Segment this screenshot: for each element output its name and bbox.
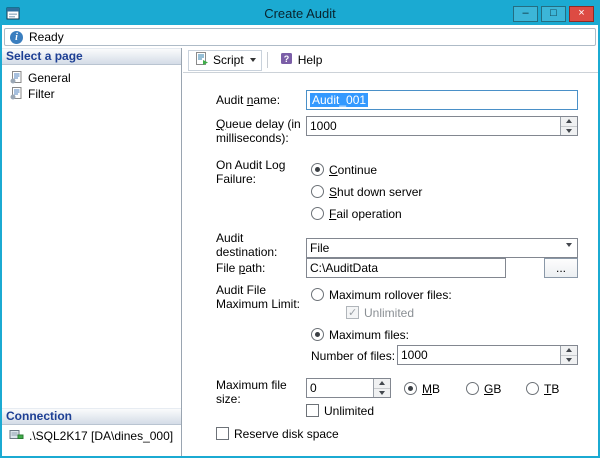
spinner-buttons [560,117,577,135]
checkbox-unlimited[interactable]: Unlimited [306,403,374,418]
radio-label: Maximum files: [329,328,409,342]
queue-delay-label: Queue delay (in milliseconds): [216,117,304,145]
checkbox-icon [216,427,229,440]
help-icon: ? [279,51,294,69]
sidebar-item-label: Filter [28,87,55,101]
radio-icon [311,207,324,220]
radio-gb[interactable]: GB [466,381,501,396]
info-icon: i [10,31,23,44]
radio-label: Shut down server [329,185,422,199]
maximize-button[interactable]: □ [541,6,566,22]
app-icon [6,6,21,21]
status-strip: i Ready [4,28,596,46]
checkbox-icon [306,404,319,417]
help-button-label: Help [298,53,323,67]
queue-delay-value: 1000 [310,119,337,133]
checkbox-label: Unlimited [364,306,414,320]
audit-name-label: Audit name: [216,93,304,107]
dropdown-arrow-icon [566,247,572,258]
sidebar-item-filter[interactable]: Filter [2,86,55,102]
queue-delay-input[interactable]: 1000 [306,116,578,136]
toolbar-separator [267,52,268,68]
radio-icon [311,328,324,341]
connection-header: Connection [2,408,181,425]
titlebar[interactable]: Create Audit – □ × [2,2,598,25]
radio-continue[interactable]: Continue [311,162,377,177]
script-button-label: Script [213,53,244,67]
radio-icon [311,288,324,301]
radio-label: Fail operation [329,207,402,221]
radio-label: TB [544,382,559,396]
script-button[interactable]: Script [188,50,262,71]
audit-name-input[interactable]: Audit_001 [306,90,578,110]
checkbox-icon [346,306,359,319]
spinner-buttons [560,346,577,364]
checkbox-rollover-unlimited: Unlimited [346,305,414,320]
window-title: Create Audit [2,6,598,21]
spin-up-button[interactable] [561,346,577,356]
file-path-value: C:\AuditData [310,261,378,275]
audit-destination-value: File [310,241,329,255]
status-text: Ready [29,30,64,44]
radio-maximum-files[interactable]: Maximum files: [311,327,409,342]
radio-mb[interactable]: MB [404,381,440,396]
main-panel: Script ? Help Audit name: Audit_001 [183,48,598,456]
max-file-size-label: Maximum file size: [216,378,301,406]
page-icon [9,70,23,87]
sidebar-item-label: General [28,71,71,85]
radio-fail-operation[interactable]: Fail operation [311,206,402,221]
radio-label: Maximum rollover files: [329,288,452,302]
script-icon [194,51,209,69]
radio-icon [466,382,479,395]
max-limit-label: Audit File Maximum Limit: [216,283,301,311]
max-file-size-value: 0 [310,381,317,395]
toolbar: Script ? Help [183,48,598,73]
radio-label: Continue [329,163,377,177]
svg-text:?: ? [283,54,289,64]
spin-down-button[interactable] [374,389,390,398]
number-of-files-value: 1000 [401,348,428,362]
file-path-label: File path: [216,261,304,275]
chevron-down-icon [250,58,256,62]
spin-up-button[interactable] [374,379,390,389]
minimize-button[interactable]: – [513,6,538,22]
radio-maximum-rollover-files[interactable]: Maximum rollover files: [311,287,452,302]
radio-icon [404,382,417,395]
audit-name-value: Audit_001 [310,93,368,107]
radio-shut-down-server[interactable]: Shut down server [311,184,422,199]
checkbox-reserve-disk-space[interactable]: Reserve disk space [216,426,339,441]
spin-down-button[interactable] [561,127,577,136]
create-audit-dialog: Create Audit – □ × i Ready Select a page [0,0,600,458]
help-button[interactable]: ? Help [273,50,329,71]
window-controls: – □ × [513,6,594,22]
connection-item[interactable]: .\SQL2K17 [DA\dines_000] [2,428,173,444]
form-area: Audit name: Audit_001 Queue delay (in mi… [183,73,598,456]
radio-tb[interactable]: TB [526,381,559,396]
radio-label: MB [422,382,440,396]
sidebar-item-general[interactable]: General [2,70,71,86]
connection-label: .\SQL2K17 [DA\dines_000] [29,429,173,443]
radio-icon [311,163,324,176]
on-failure-label: On Audit Log Failure: [216,158,296,186]
page-icon [9,86,23,103]
browse-button[interactable]: ... [544,258,578,278]
number-of-files-label: Number of files: [311,349,395,363]
server-icon [9,428,24,445]
radio-icon [526,382,539,395]
spin-down-button[interactable] [561,356,577,365]
audit-destination-label: Audit destination: [216,231,296,259]
sidebar: Select a page General [2,48,182,456]
select-page-header: Select a page [2,48,181,65]
spin-up-button[interactable] [561,117,577,127]
close-button[interactable]: × [569,6,594,22]
spinner-buttons [373,379,390,397]
radio-label: GB [484,382,501,396]
file-path-input[interactable]: C:\AuditData [306,258,506,278]
number-of-files-input[interactable]: 1000 [397,345,578,365]
radio-icon [311,185,324,198]
checkbox-label: Reserve disk space [234,427,339,441]
max-file-size-input[interactable]: 0 [306,378,391,398]
audit-destination-select[interactable]: File [306,238,578,258]
checkbox-label: Unlimited [324,404,374,418]
